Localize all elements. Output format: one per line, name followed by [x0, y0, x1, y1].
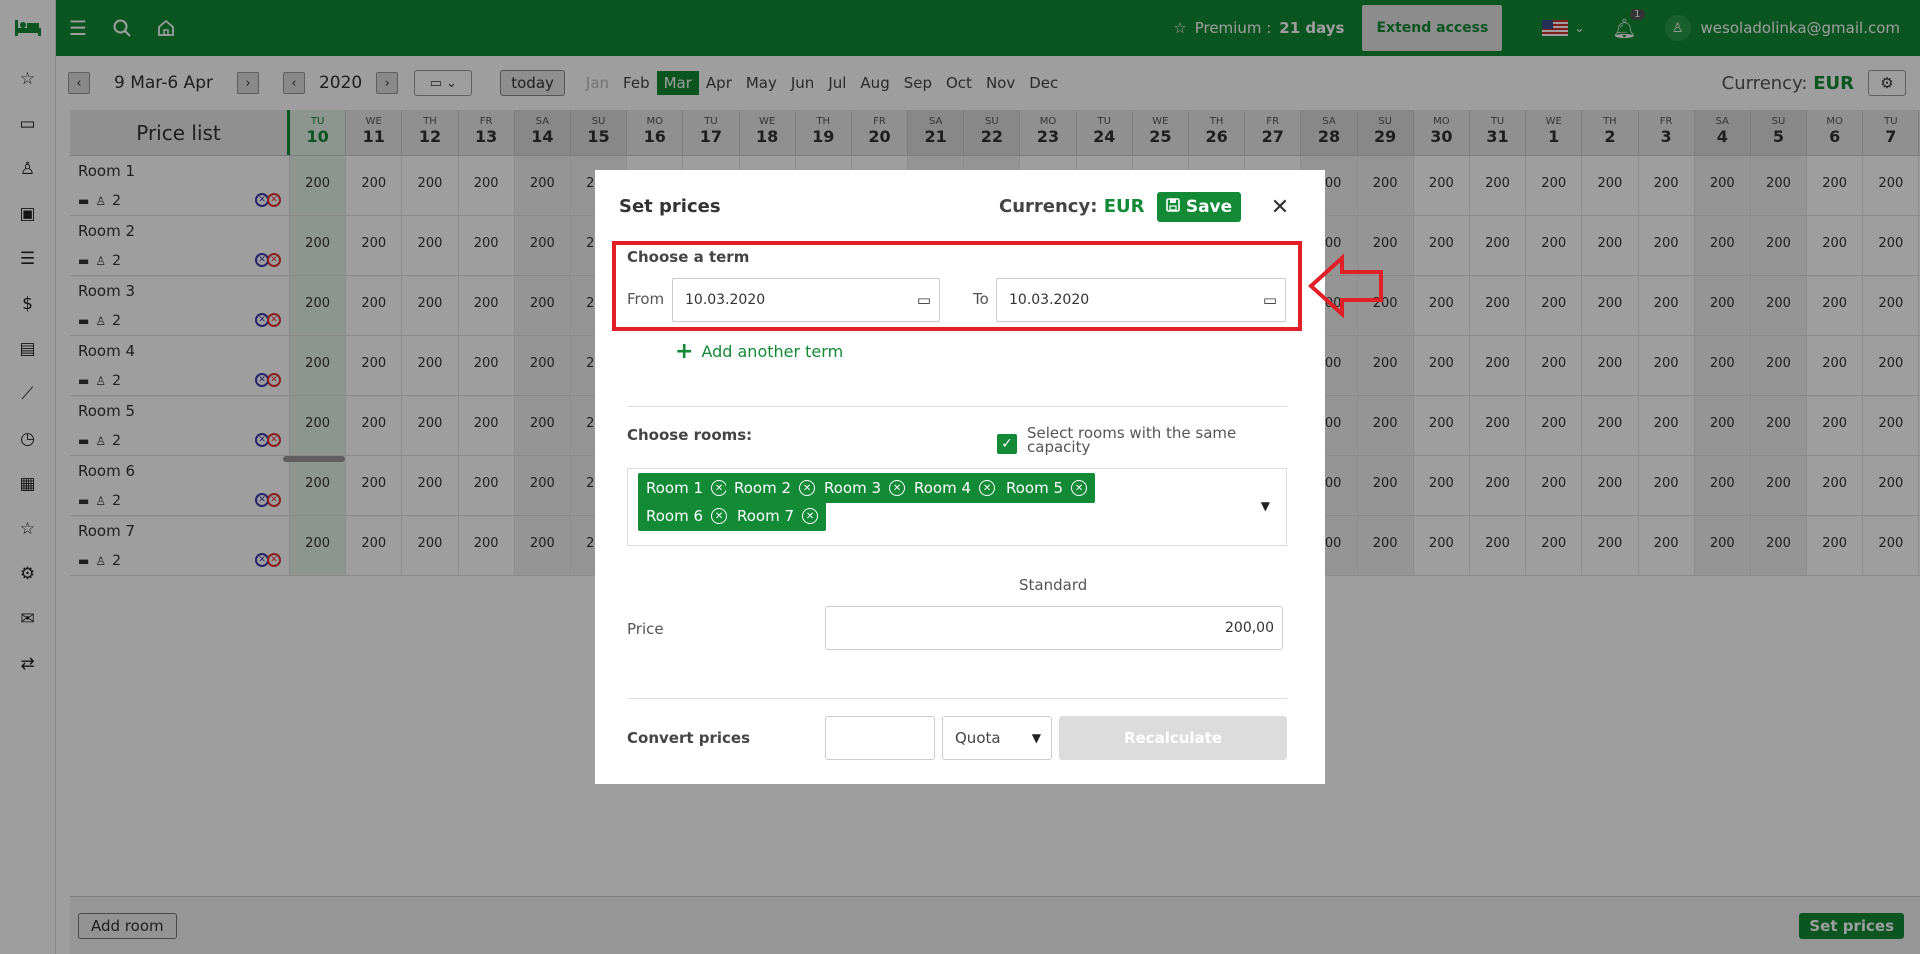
room-chip-label: Room 6 [646, 507, 704, 525]
remove-chip-icon[interactable]: ✕ [1071, 480, 1088, 496]
calendar-icon[interactable]: ▭ [1263, 291, 1277, 309]
from-label: From [627, 290, 665, 308]
quota-select[interactable]: Quota ▼ [942, 716, 1052, 760]
room-chip-label: Room 1 [646, 479, 704, 497]
room-chip: Room 3 ✕ [816, 473, 914, 503]
recalculate-button[interactable]: Recalculate [1059, 716, 1287, 760]
rooms-multiselect[interactable]: ▼ Room 1 ✕ Room 2 ✕ Room 3 ✕ Room 4 ✕ Room 5 ✕ Roo… [627, 468, 1287, 546]
room-chip-label: Room 4 [914, 479, 972, 497]
room-chip: Room 6 ✕ [638, 501, 736, 531]
room-chip-label: Room 3 [824, 479, 882, 497]
set-prices-dialog: Set prices Currency: EUR Save ✕ Choose a… [595, 170, 1325, 784]
close-icon[interactable]: ✕ [1265, 192, 1295, 222]
room-chip: Room 4 ✕ [906, 473, 1004, 503]
to-date-value: 10.03.2020 [1009, 292, 1090, 308]
term-title: Choose a term [627, 248, 750, 266]
add-another-term-link[interactable]: + Add another term [675, 338, 844, 364]
dialog-title: Set prices [619, 196, 721, 217]
convert-value-input[interactable] [825, 716, 935, 760]
standard-column-label: Standard [1019, 576, 1088, 594]
caret-down-icon[interactable]: ▼ [1261, 499, 1270, 513]
room-chip: Room 5 ✕ [998, 473, 1096, 503]
dialog-currency: Currency: EUR [999, 196, 1144, 217]
calendar-icon[interactable]: ▭ [917, 291, 931, 309]
from-date-input[interactable]: 10.03.2020 ▭ [672, 278, 940, 322]
room-chip-label: Room 2 [734, 479, 792, 497]
caret-down-icon: ▼ [1031, 731, 1041, 745]
remove-chip-icon[interactable]: ✕ [711, 508, 728, 524]
same-capacity-checkbox[interactable]: ✓ [997, 434, 1017, 454]
plus-icon: + [675, 338, 694, 364]
price-label: Price [627, 620, 664, 638]
remove-chip-icon[interactable]: ✕ [802, 508, 819, 524]
floppy-disk-icon [1166, 197, 1180, 217]
remove-chip-icon[interactable]: ✕ [799, 480, 816, 496]
room-chip-label: Room 7 [737, 507, 795, 525]
quota-value: Quota [955, 729, 1001, 747]
remove-chip-icon[interactable]: ✕ [979, 480, 996, 496]
remove-chip-icon[interactable]: ✕ [711, 480, 728, 496]
save-button[interactable]: Save [1157, 192, 1241, 222]
dialog-currency-code: EUR [1103, 196, 1145, 217]
same-capacity-label: Select rooms with the same capacity [1027, 424, 1237, 456]
divider [627, 698, 1287, 699]
to-label: To [973, 290, 989, 308]
add-term-label: Add another term [701, 342, 844, 361]
room-chip: Room 7 ✕ [729, 501, 827, 531]
choose-rooms-title: Choose rooms: [627, 426, 753, 444]
save-label: Save [1185, 197, 1233, 217]
divider [627, 406, 1287, 407]
room-chip: Room 1 ✕ [638, 473, 736, 503]
room-chip: Room 2 ✕ [726, 473, 824, 503]
remove-chip-icon[interactable]: ✕ [889, 480, 906, 496]
room-chip-label: Room 5 [1006, 479, 1064, 497]
red-arrow-annotation [1308, 254, 1383, 318]
convert-prices-label: Convert prices [627, 729, 751, 747]
price-input[interactable]: 200,00 [825, 606, 1283, 650]
dialog-currency-prefix: Currency: [999, 196, 1098, 217]
from-date-value: 10.03.2020 [685, 292, 766, 308]
to-date-input[interactable]: 10.03.2020 ▭ [996, 278, 1286, 322]
